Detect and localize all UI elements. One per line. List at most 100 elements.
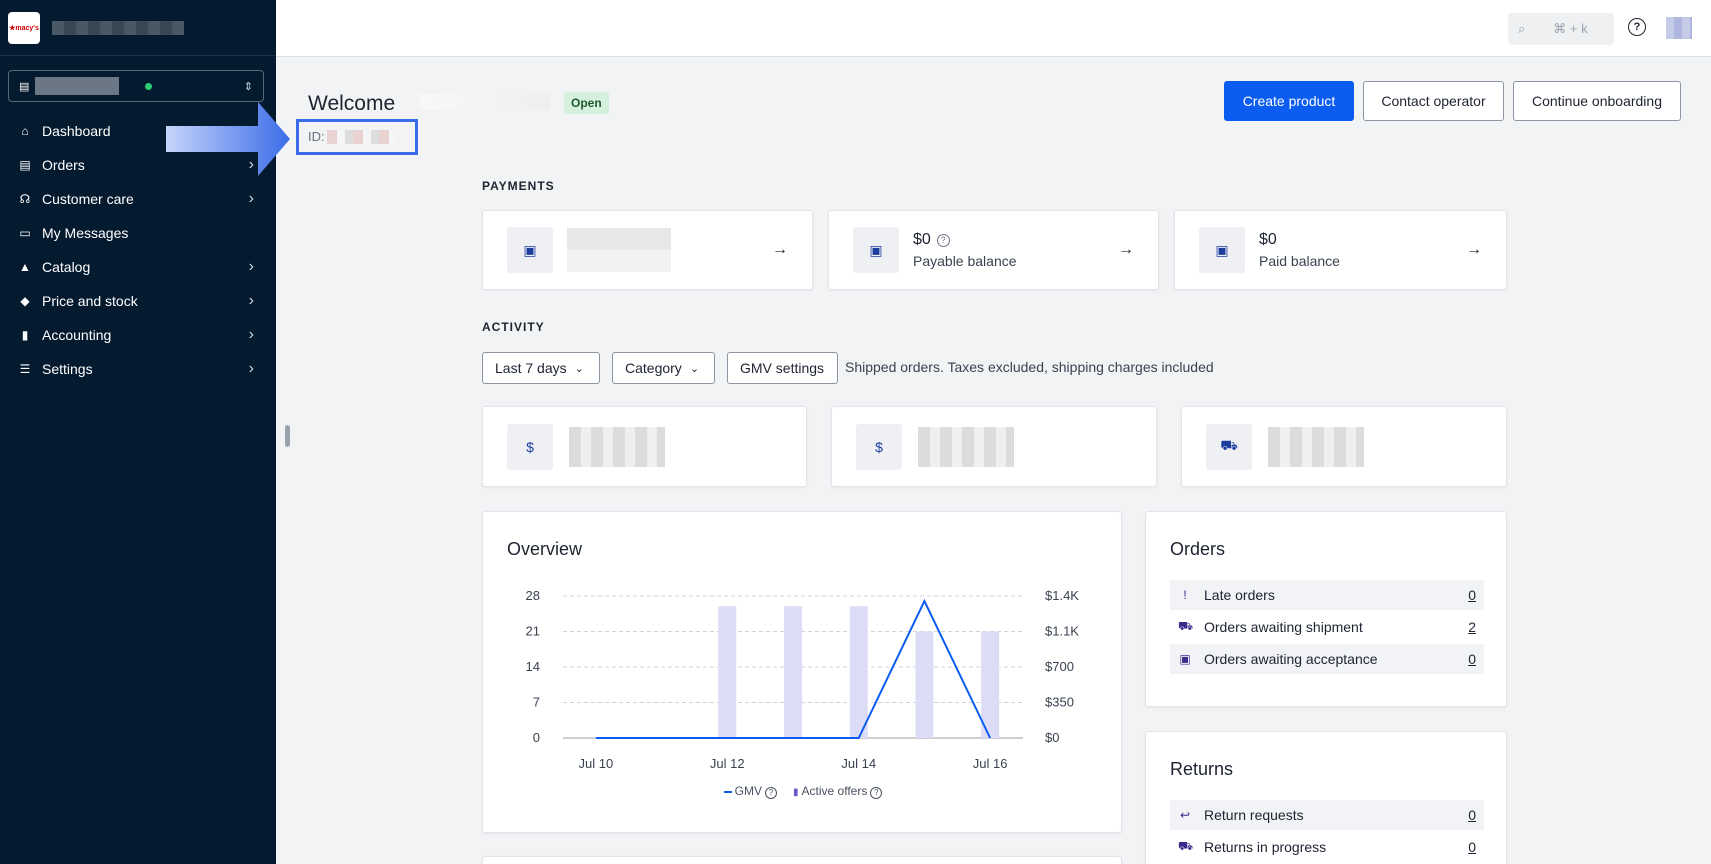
return-icon: ↩ bbox=[1179, 808, 1191, 822]
cash-icon: ▣ bbox=[1199, 227, 1245, 273]
sidebar-item-catalog[interactable]: ▲ Catalog › bbox=[0, 250, 276, 284]
sidebar-item-label: Customer care bbox=[42, 191, 134, 207]
arrow-right-icon: → bbox=[772, 241, 788, 258]
gmv-settings-button[interactable]: GMV settings bbox=[727, 352, 838, 384]
store-switcher[interactable]: ▤ ⇕ bbox=[8, 70, 264, 102]
returns-card: Returns ↩ Return requests 0 ⛟ Returns in… bbox=[1145, 731, 1507, 864]
sidebar-item-customer-care[interactable]: ☊ Customer care › bbox=[0, 182, 276, 216]
activity-value-redacted bbox=[569, 426, 665, 467]
overview-card: Overview 0 7 14 21 28 $0 $350 $700 $1.1K $1.4K Jul… bbox=[482, 511, 1122, 833]
row-value-link[interactable]: 0 bbox=[1468, 587, 1476, 603]
legend-gmv[interactable]: GMV? bbox=[723, 784, 777, 799]
payment-card-pending[interactable]: ▣ → bbox=[482, 210, 813, 290]
truck-icon: ⛟ bbox=[1178, 619, 1194, 633]
row-label: Late orders bbox=[1204, 587, 1275, 603]
payable-amount: $0 bbox=[913, 231, 931, 248]
activity-value-redacted bbox=[918, 426, 1014, 467]
paid-amount: $0 bbox=[1259, 231, 1277, 248]
cash-icon: ▣ bbox=[507, 227, 553, 273]
orders-row-awaiting-shipment[interactable]: ⛟ Orders awaiting shipment 2 bbox=[1170, 612, 1484, 642]
search-button[interactable]: ⌕ ⌘ + k bbox=[1508, 13, 1614, 45]
store-name-redacted bbox=[35, 77, 120, 95]
period-dropdown[interactable]: Last 7 days ⌄ bbox=[482, 352, 600, 384]
activity-card-revenue: $ bbox=[831, 406, 1157, 487]
row-value-link[interactable]: 0 bbox=[1468, 651, 1476, 667]
dollar-icon: $ bbox=[507, 423, 553, 470]
y-left-tick-label: 28 bbox=[526, 588, 540, 603]
cash-icon: ▣ bbox=[853, 227, 899, 273]
chart-bar bbox=[915, 631, 934, 738]
sidebar-item-label: My Messages bbox=[42, 225, 129, 241]
y-right-tick-label: $0 bbox=[1045, 730, 1059, 745]
chevron-updown-icon: ⇕ bbox=[243, 80, 253, 93]
status-badge: Open bbox=[564, 92, 609, 114]
orders-row-late[interactable]: ! Late orders 0 bbox=[1170, 580, 1484, 610]
store-status-dot bbox=[145, 82, 153, 90]
arrow-right-icon: → bbox=[1118, 241, 1134, 258]
sidebar-item-label: Orders bbox=[42, 157, 85, 173]
create-product-button[interactable]: Create product bbox=[1224, 81, 1354, 121]
returns-row-in-progress[interactable]: ⛟ Returns in progress 0 bbox=[1170, 832, 1484, 862]
alert-icon: ! bbox=[1183, 588, 1187, 602]
topbar bbox=[276, 0, 1711, 57]
store-logo: ★macy's bbox=[8, 11, 40, 44]
help-circle-icon[interactable]: ? bbox=[765, 786, 777, 799]
sidebar-item-my-messages[interactable]: ▭ My Messages bbox=[0, 216, 276, 250]
y-right-tick-label: $1.4K bbox=[1045, 588, 1079, 603]
message-icon: ▭ bbox=[19, 226, 31, 240]
continue-onboarding-button[interactable]: Continue onboarding bbox=[1513, 81, 1681, 121]
chart-legend: GMV? ▮ Active offers? bbox=[483, 784, 1123, 799]
home-icon: ⌂ bbox=[21, 124, 29, 138]
row-label: Returns in progress bbox=[1204, 839, 1327, 855]
payment-card-payable[interactable]: ▣ $0? Payable balance → bbox=[828, 210, 1159, 290]
help-circle-icon[interactable]: ? bbox=[936, 233, 950, 247]
activity-value-redacted bbox=[1268, 426, 1364, 467]
store-icon: ▤ bbox=[19, 80, 30, 93]
paid-label: Paid balance bbox=[1259, 253, 1340, 269]
returns-row-requests[interactable]: ↩ Return requests 0 bbox=[1170, 800, 1484, 830]
period-dropdown-label: Last 7 days bbox=[495, 360, 567, 376]
avatar[interactable] bbox=[1666, 17, 1692, 39]
row-value-link[interactable]: 2 bbox=[1468, 619, 1476, 635]
chart-bar bbox=[718, 606, 737, 738]
chevron-right-icon: › bbox=[248, 360, 254, 377]
activity-section-title: ACTIVITY bbox=[482, 320, 545, 334]
gmv-settings-label: GMV settings bbox=[740, 360, 825, 376]
brand-header[interactable]: ★macy's bbox=[0, 0, 276, 56]
category-dropdown[interactable]: Category ⌄ bbox=[612, 352, 715, 384]
chevron-right-icon: › bbox=[248, 326, 254, 343]
line-swatch bbox=[723, 790, 732, 793]
page-title: Welcome bbox=[308, 92, 396, 115]
activity-note: Shipped orders. Taxes excluded, shipping… bbox=[845, 359, 1214, 375]
sidebar-item-settings[interactable]: ☰ Settings › bbox=[0, 352, 276, 386]
chevron-down-icon: ⌄ bbox=[689, 362, 700, 375]
search-icon: ⌕ bbox=[1518, 21, 1526, 36]
sidebar-item-label: Dashboard bbox=[42, 123, 111, 139]
legend-gmv-label: GMV bbox=[734, 784, 762, 798]
y-left-tick-label: 21 bbox=[526, 624, 540, 639]
sidebar-item-accounting[interactable]: ▮ Accounting › bbox=[0, 318, 276, 352]
payment-card-paid[interactable]: ▣ $0 Paid balance → bbox=[1174, 210, 1507, 290]
clipboard-icon: ▤ bbox=[19, 158, 31, 172]
chart-bar bbox=[981, 631, 1000, 738]
sidebar-resize-handle[interactable] bbox=[285, 425, 290, 447]
shop-name-redacted bbox=[420, 94, 550, 110]
y-left-tick-label: 7 bbox=[533, 695, 540, 710]
contact-operator-button[interactable]: Contact operator bbox=[1363, 81, 1504, 121]
y-right-tick-label: $700 bbox=[1045, 659, 1074, 674]
row-label: Orders awaiting shipment bbox=[1204, 619, 1363, 635]
row-value-link[interactable]: 0 bbox=[1468, 839, 1476, 855]
orders-title: Orders bbox=[1170, 539, 1226, 559]
row-value-link[interactable]: 0 bbox=[1468, 807, 1476, 823]
chevron-right-icon: › bbox=[248, 258, 254, 275]
bar-chart-icon: ▮ bbox=[793, 787, 799, 798]
help-circle-icon[interactable]: ? bbox=[870, 786, 883, 799]
tag-icon: ◆ bbox=[20, 294, 30, 308]
activity-card-orders: ⛟ bbox=[1181, 406, 1507, 487]
orders-row-awaiting-acceptance[interactable]: ▣ Orders awaiting acceptance 0 bbox=[1170, 644, 1484, 674]
sidebar-item-label: Settings bbox=[42, 361, 93, 377]
legend-active-offers[interactable]: ▮ Active offers? bbox=[793, 784, 883, 799]
sidebar-item-price-and-stock[interactable]: ◆ Price and stock › bbox=[0, 284, 276, 318]
help-icon[interactable]: ? bbox=[1628, 18, 1646, 36]
row-label: Return requests bbox=[1204, 807, 1304, 823]
